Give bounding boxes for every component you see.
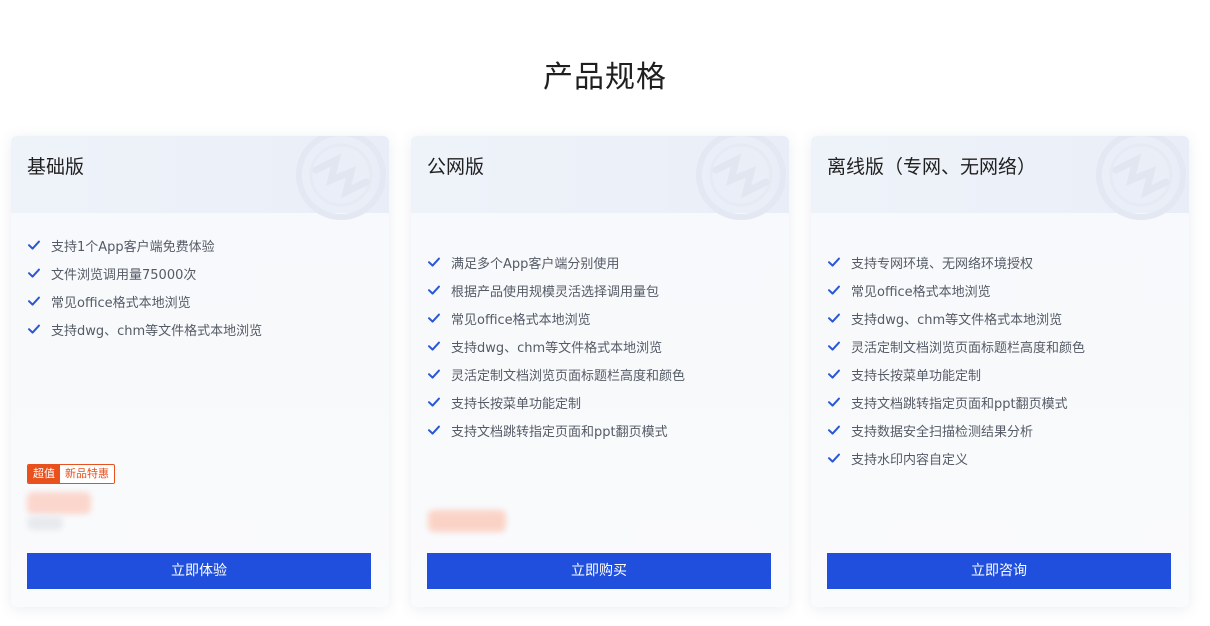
feature-list: 满足多个App客户端分别使用 根据产品使用规模灵活选择调用量包 常见office…: [427, 248, 685, 444]
check-icon: [828, 341, 840, 351]
feature-item: 支持dwg、chm等文件格式本地浏览: [27, 315, 262, 343]
decorative-logo-icon: [296, 136, 386, 220]
card-header: 基础版: [11, 136, 389, 220]
check-icon: [28, 240, 40, 250]
feature-item: 支持水印内容自定义: [827, 444, 1085, 472]
feature-list: 支持1个App客户端免费体验 文件浏览调用量75000次 常见office格式本…: [27, 231, 262, 343]
decorative-logo-icon: [1096, 136, 1186, 220]
feature-text: 常见office格式本地浏览: [51, 295, 191, 311]
plan-card-basic: 基础版 支持1个App客户端免费体验 文件浏览调用量75000次 常见offic…: [11, 136, 389, 607]
feature-text: 文件浏览调用量75000次: [51, 267, 197, 283]
feature-list: 支持专网环境、无网络环境授权 常见office格式本地浏览 支持dwg、chm等…: [827, 248, 1085, 472]
feature-item: 灵活定制文档浏览页面标题栏高度和颜色: [427, 360, 685, 388]
feature-text: 常见office格式本地浏览: [851, 284, 991, 300]
blurred-price: [428, 510, 506, 532]
feature-text: 灵活定制文档浏览页面标题栏高度和颜色: [851, 340, 1086, 356]
blurred-price-unit: [27, 516, 63, 530]
check-icon: [28, 296, 40, 306]
check-icon: [828, 257, 840, 267]
feature-item: 常见office格式本地浏览: [27, 287, 262, 315]
feature-text: 支持文档跳转指定页面和ppt翻页模式: [851, 396, 1068, 412]
feature-item: 支持dwg、chm等文件格式本地浏览: [427, 332, 685, 360]
check-icon: [828, 453, 840, 463]
feature-item: 支持文档跳转指定页面和ppt翻页模式: [427, 416, 685, 444]
check-icon: [28, 324, 40, 334]
plan-card-offline: 离线版（专网、无网络） 支持专网环境、无网络环境授权 常见office格式本地浏…: [811, 136, 1189, 607]
card-header: 公网版: [411, 136, 789, 220]
feature-item: 文件浏览调用量75000次: [27, 259, 262, 287]
feature-text: 支持dwg、chm等文件格式本地浏览: [851, 312, 1063, 328]
feature-text: 满足多个App客户端分别使用: [451, 256, 620, 272]
promo-badge: 超值 新品特惠: [27, 464, 115, 484]
feature-text: 常见office格式本地浏览: [451, 312, 591, 328]
feature-text: 支持dwg、chm等文件格式本地浏览: [451, 340, 663, 356]
page-title: 产品规格: [543, 60, 667, 95]
feature-text: 支持长按菜单功能定制: [851, 368, 982, 384]
feature-item: 满足多个App客户端分别使用: [427, 248, 685, 276]
feature-text: 支持1个App客户端免费体验: [51, 239, 215, 255]
feature-text: 支持长按菜单功能定制: [451, 396, 582, 412]
feature-item: 常见office格式本地浏览: [427, 304, 685, 332]
plan-card-public: 公网版 满足多个App客户端分别使用 根据产品使用规模灵活选择调用量包 常见of…: [411, 136, 789, 607]
check-icon: [828, 313, 840, 323]
feature-item: 支持长按菜单功能定制: [827, 360, 1085, 388]
consult-now-button[interactable]: 立即咨询: [827, 553, 1171, 589]
feature-item: 支持文档跳转指定页面和ppt翻页模式: [827, 388, 1085, 416]
check-icon: [428, 425, 440, 435]
card-title: 离线版（专网、无网络）: [827, 156, 1037, 178]
check-icon: [428, 313, 440, 323]
check-icon: [428, 257, 440, 267]
promo-text: 新品特惠: [60, 465, 114, 483]
check-icon: [428, 397, 440, 407]
feature-text: 支持水印内容自定义: [851, 452, 969, 468]
blurred-price: [27, 492, 91, 514]
feature-item: 支持数据安全扫描检测结果分析: [827, 416, 1085, 444]
feature-text: 支持数据安全扫描检测结果分析: [851, 424, 1034, 440]
try-now-button[interactable]: 立即体验: [27, 553, 371, 589]
buy-now-button[interactable]: 立即购买: [427, 553, 771, 589]
feature-text: 支持dwg、chm等文件格式本地浏览: [51, 323, 263, 339]
feature-item: 支持dwg、chm等文件格式本地浏览: [827, 304, 1085, 332]
check-icon: [28, 268, 40, 278]
feature-text: 根据产品使用规模灵活选择调用量包: [451, 284, 660, 300]
check-icon: [428, 369, 440, 379]
check-icon: [828, 285, 840, 295]
card-title: 公网版: [427, 156, 485, 178]
check-icon: [828, 369, 840, 379]
decorative-logo-icon: [696, 136, 786, 220]
check-icon: [428, 285, 440, 295]
feature-item: 支持1个App客户端免费体验: [27, 231, 262, 259]
promo-tag: 超值: [28, 465, 60, 483]
card-title: 基础版: [27, 156, 85, 178]
feature-item: 支持长按菜单功能定制: [427, 388, 685, 416]
check-icon: [828, 425, 840, 435]
card-header: 离线版（专网、无网络）: [811, 136, 1189, 220]
check-icon: [828, 397, 840, 407]
feature-item: 灵活定制文档浏览页面标题栏高度和颜色: [827, 332, 1085, 360]
feature-text: 支持文档跳转指定页面和ppt翻页模式: [451, 424, 668, 440]
feature-item: 常见office格式本地浏览: [827, 276, 1085, 304]
check-icon: [428, 341, 440, 351]
feature-text: 支持专网环境、无网络环境授权: [851, 256, 1034, 272]
feature-item: 根据产品使用规模灵活选择调用量包: [427, 276, 685, 304]
feature-item: 支持专网环境、无网络环境授权: [827, 248, 1085, 276]
feature-text: 灵活定制文档浏览页面标题栏高度和颜色: [451, 368, 686, 384]
